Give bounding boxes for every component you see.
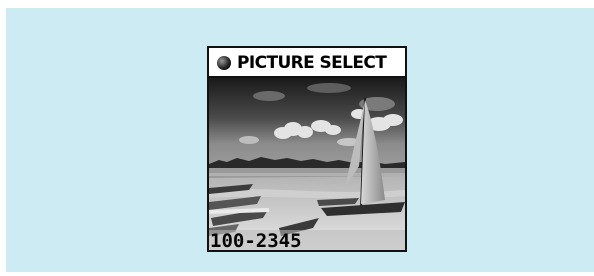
screen-header: PICTURE SELECT (209, 48, 405, 78)
camera-lcd-screen: PICTURE SELECT 100-2345 (207, 46, 407, 252)
picture-number: 100-2345 (210, 230, 302, 252)
picture-number-bar: 100-2345 (209, 230, 405, 250)
background-panel: PICTURE SELECT 100-2345 (6, 8, 594, 272)
screen-title: PICTURE SELECT (237, 53, 387, 73)
bullet-icon (217, 56, 231, 70)
picture-preview[interactable]: 100-2345 (209, 78, 405, 250)
